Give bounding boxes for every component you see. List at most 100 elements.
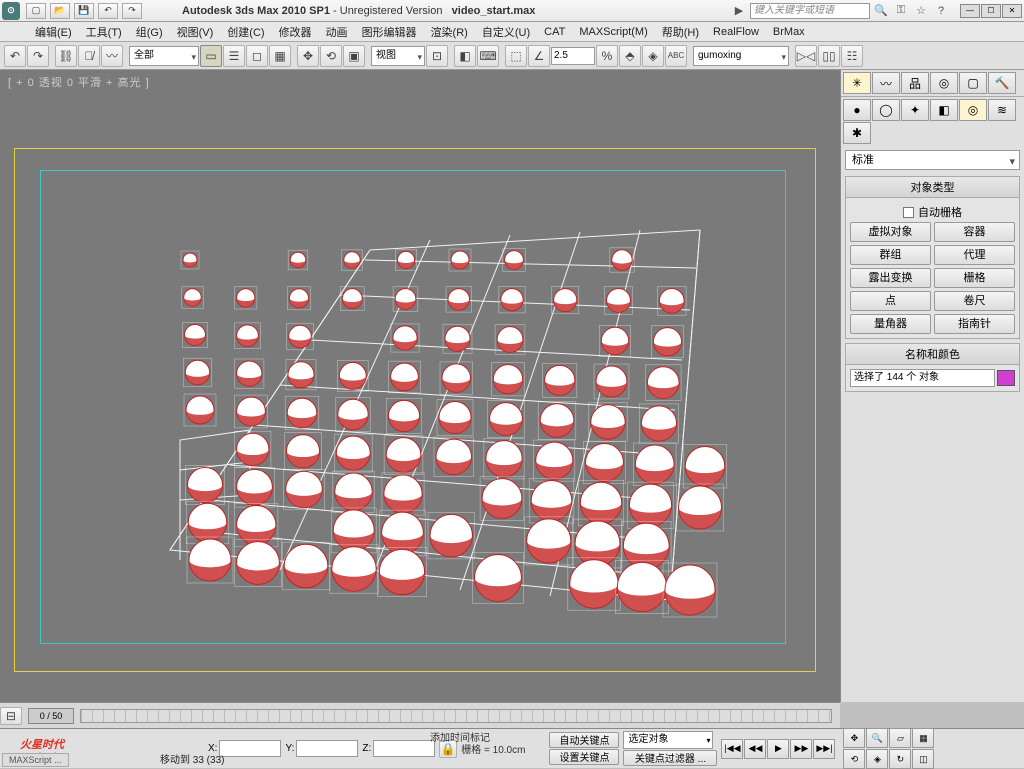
angle-snap-icon[interactable]: ∠: [528, 45, 550, 67]
redo-icon[interactable]: ↷: [27, 45, 49, 67]
delegate-button[interactable]: 代理: [934, 245, 1015, 265]
time-slider[interactable]: ⊟ 0 / 50: [0, 702, 840, 728]
category-combo[interactable]: 标准: [845, 150, 1020, 170]
motion-tab-icon[interactable]: ◎: [930, 72, 958, 94]
rotate-icon[interactable]: ⟲: [320, 45, 342, 67]
abc-icon[interactable]: ABC: [665, 45, 687, 67]
menu-render[interactable]: 渲染(R): [424, 22, 475, 42]
dummy-button[interactable]: 虚拟对象: [850, 222, 931, 242]
unlink-icon[interactable]: ⛓̸: [78, 45, 100, 67]
binoculars-icon[interactable]: 🔍: [872, 3, 890, 19]
x-input[interactable]: [219, 740, 281, 757]
play-title-icon[interactable]: ▶: [730, 3, 748, 19]
menu-animation[interactable]: 动画: [319, 22, 355, 42]
open-icon[interactable]: 📂: [50, 3, 70, 19]
spacewarps-subtab-icon[interactable]: ≋: [988, 99, 1016, 121]
nav-pan-icon[interactable]: ✥: [843, 728, 865, 748]
play-icon[interactable]: ▶: [767, 739, 789, 759]
tape-button[interactable]: 卷尺: [934, 291, 1015, 311]
align-icon[interactable]: ▯▯: [818, 45, 840, 67]
setkey-button[interactable]: 设置关键点: [549, 749, 619, 765]
protractor-button[interactable]: 量角器: [850, 314, 931, 334]
spinner-snap-icon[interactable]: ⬘: [619, 45, 641, 67]
menu-customize[interactable]: 自定义(U): [475, 22, 537, 42]
snap-toggle-icon[interactable]: ⬚: [505, 45, 527, 67]
ref-coord-combo[interactable]: 视图: [371, 46, 425, 66]
help-icon[interactable]: ?: [932, 3, 950, 19]
hierarchy-tab-icon[interactable]: 品: [901, 72, 929, 94]
menu-brmax[interactable]: BrMax: [766, 24, 812, 40]
z-input[interactable]: [373, 740, 435, 757]
nav-maxtoggle-icon[interactable]: ◫: [912, 749, 934, 769]
maxscript-listener-tab[interactable]: MAXScript ...: [2, 753, 69, 767]
crowd-button[interactable]: 群组: [850, 245, 931, 265]
menu-maxscript[interactable]: MAXScript(M): [572, 24, 654, 40]
mirror-icon[interactable]: ▷◁: [795, 45, 817, 67]
exposetm-button[interactable]: 露出变换: [850, 268, 931, 288]
pivot-icon[interactable]: ⊡: [426, 45, 448, 67]
display-tab-icon[interactable]: ▢: [959, 72, 987, 94]
menu-grapheditors[interactable]: 图形编辑器: [355, 22, 424, 42]
manipulate-icon[interactable]: ◧: [454, 45, 476, 67]
select-object-icon[interactable]: ▭: [200, 45, 222, 67]
time-tag-prompt[interactable]: 添加时间标记: [430, 729, 490, 744]
maximize-button[interactable]: ☐: [981, 4, 1001, 18]
container-button[interactable]: 容器: [934, 222, 1015, 242]
menu-create[interactable]: 创建(C): [220, 22, 271, 42]
autogrid-checkbox[interactable]: [903, 207, 914, 218]
bind-spacewarp-icon[interactable]: 〰: [101, 45, 123, 67]
viewport[interactable]: [ + 0 透视 0 平滑 + 高光 ]: [0, 70, 840, 702]
close-button[interactable]: ✕: [1002, 4, 1022, 18]
point-button[interactable]: 点: [850, 291, 931, 311]
nav-dolly-icon[interactable]: ◈: [866, 749, 888, 769]
menu-realflow[interactable]: RealFlow: [706, 24, 766, 40]
timeline-left-icon[interactable]: ⊟: [0, 707, 22, 725]
helpers-subtab-icon[interactable]: ◎: [959, 99, 987, 121]
menu-modifiers[interactable]: 修改器: [272, 22, 319, 42]
rollout-header-2[interactable]: 名称和颜色: [846, 344, 1019, 365]
move-icon[interactable]: ✥: [297, 45, 319, 67]
key-icon[interactable]: ⚿: [892, 3, 910, 19]
scale-icon[interactable]: ▣: [343, 45, 365, 67]
save-icon[interactable]: 💾: [74, 3, 94, 19]
selection-filter-combo[interactable]: 全部: [129, 46, 199, 66]
create-tab-icon[interactable]: ✳: [843, 72, 871, 94]
prev-frame-icon[interactable]: ◀◀: [744, 739, 766, 759]
timeline-track[interactable]: [80, 709, 832, 723]
geometry-subtab-icon[interactable]: ●: [843, 99, 871, 121]
redo-qat-icon[interactable]: ↷: [122, 3, 142, 19]
percent-snap-icon[interactable]: %: [596, 45, 618, 67]
object-color-swatch[interactable]: [997, 370, 1015, 386]
menu-view[interactable]: 视图(V): [170, 22, 221, 42]
goto-start-icon[interactable]: |◀◀: [721, 739, 743, 759]
frame-indicator[interactable]: 0 / 50: [28, 708, 74, 724]
cameras-subtab-icon[interactable]: ◧: [930, 99, 958, 121]
y-input[interactable]: [296, 740, 358, 757]
rollout-header[interactable]: 对象类型: [846, 177, 1019, 198]
modify-tab-icon[interactable]: 〰: [872, 72, 900, 94]
goto-end-icon[interactable]: ▶▶|: [813, 739, 835, 759]
keyfilters-button[interactable]: 关键点过滤器 ...: [623, 750, 717, 766]
minimize-button[interactable]: —: [960, 4, 980, 18]
systems-subtab-icon[interactable]: ✱: [843, 122, 871, 144]
keyboard-shortcut-icon[interactable]: ⌨: [477, 45, 499, 67]
select-rect-icon[interactable]: ◻: [246, 45, 268, 67]
help-search-input[interactable]: 键入关键字或短语: [750, 3, 870, 19]
edged-faces-icon[interactable]: ◈: [642, 45, 664, 67]
menu-group[interactable]: 组(G): [129, 22, 170, 42]
nav-roll-icon[interactable]: ↻: [889, 749, 911, 769]
selection-name-field[interactable]: 选择了 144 个 对象: [850, 369, 995, 387]
next-frame-icon[interactable]: ▶▶: [790, 739, 812, 759]
autokey-button[interactable]: 自动关键点: [549, 732, 619, 748]
select-name-icon[interactable]: ☰: [223, 45, 245, 67]
menu-tools[interactable]: 工具(T): [79, 22, 129, 42]
angle-snap-spinner[interactable]: 2.5: [551, 47, 595, 65]
menu-edit[interactable]: 编辑(E): [28, 22, 79, 42]
menu-help[interactable]: 帮助(H): [655, 22, 706, 42]
keymode-combo[interactable]: 选定对象: [623, 731, 713, 749]
nav-orbit-icon[interactable]: ⟲: [843, 749, 865, 769]
grid-button[interactable]: 栅格: [934, 268, 1015, 288]
lights-subtab-icon[interactable]: ✦: [901, 99, 929, 121]
menu-cat[interactable]: CAT: [537, 24, 572, 40]
undo-icon[interactable]: ↶: [4, 45, 26, 67]
